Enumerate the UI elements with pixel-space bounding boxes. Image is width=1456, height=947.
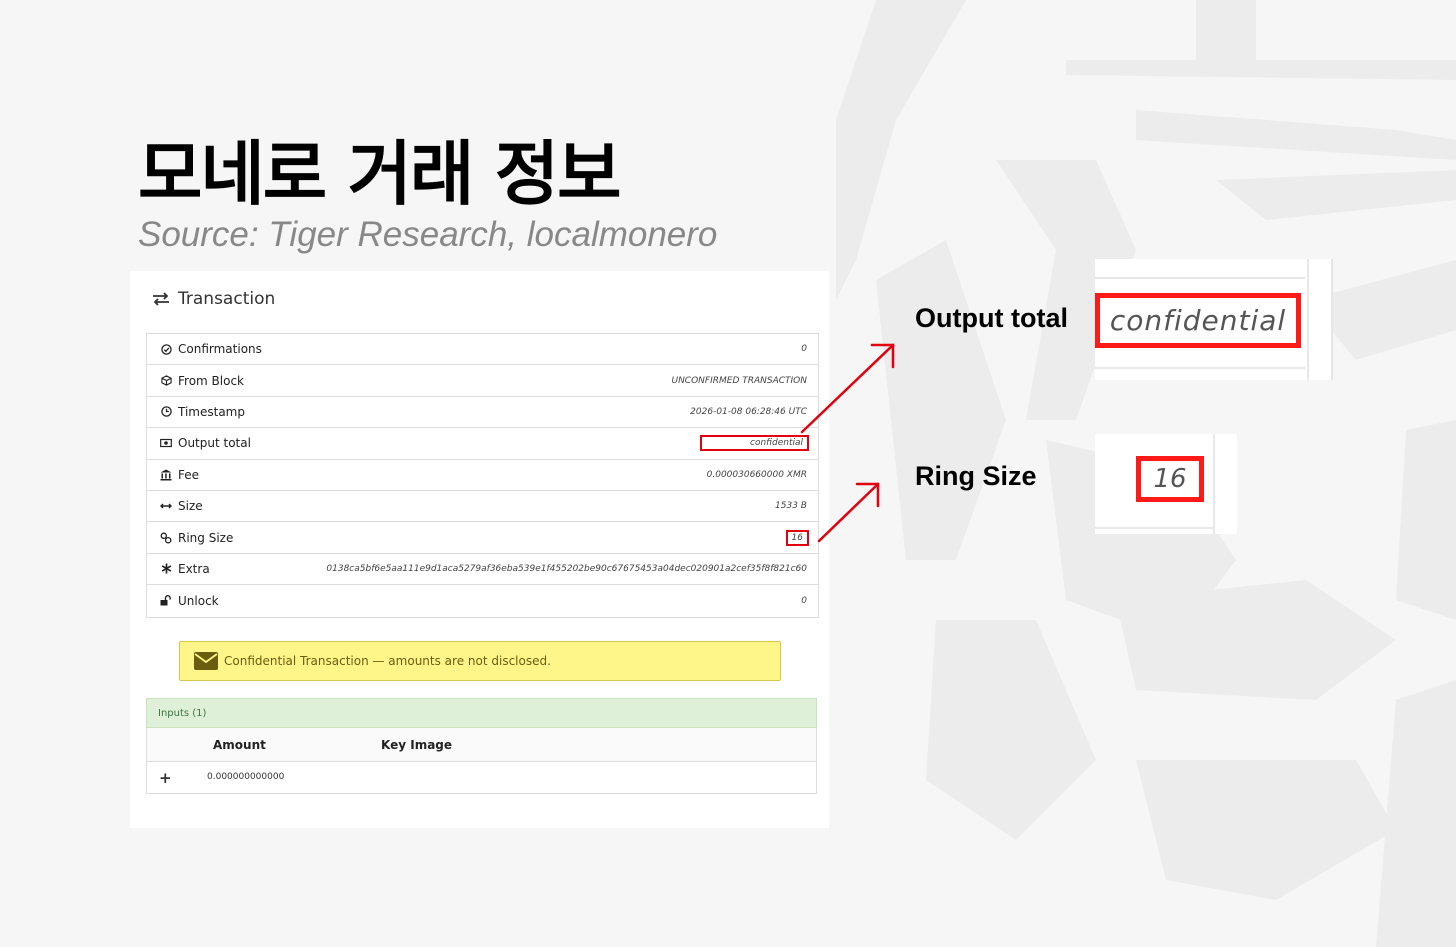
inputs-table-header: Amount Key Image (147, 728, 816, 762)
row-label: Output total (178, 436, 251, 451)
inputs-header-label: Inputs (1) (158, 707, 207, 719)
transaction-panel: Transaction Confirmations 0 From Block U… (130, 271, 829, 828)
row-value: UNCONFIRMED TRANSACTION (671, 375, 807, 386)
row-label: Extra (178, 561, 210, 576)
row-label: Timestamp (178, 404, 245, 419)
input-amount: 0.000000000000 (207, 772, 285, 782)
row-label: Size (178, 499, 203, 514)
confidential-notice: Confidential Transaction — amounts are n… (179, 641, 781, 681)
row-label: Confirmations (178, 342, 262, 357)
transaction-details-table: Confirmations 0 From Block UNCONFIRMED T… (146, 333, 819, 618)
row-value: 0.000030660000 XMR (706, 469, 807, 480)
clock-icon (160, 406, 172, 418)
notice-text: Confidential Transaction — amounts are n… (224, 654, 551, 668)
table-row: + 0.000000000000 (147, 762, 816, 794)
expand-row-button[interactable]: + (159, 769, 172, 787)
output-total-zoom-value: confidential (1109, 304, 1287, 337)
ring-size-value: 16 (785, 529, 810, 546)
column-header-key-image: Key Image (381, 738, 453, 752)
row-value: 2026-01-08 06:28:46 UTC (690, 406, 807, 417)
output-total-value: confidential (700, 435, 809, 452)
link-icon (160, 532, 172, 544)
output-total-zoom: confidential (1095, 259, 1333, 380)
exchange-arrows-icon (153, 292, 169, 306)
bank-icon (160, 469, 172, 481)
panel-header: Transaction (152, 289, 275, 309)
row-value: 0 (801, 595, 807, 606)
slide-subtitle: Source: Tiger Research, localmonero (138, 215, 718, 254)
money-icon (160, 437, 172, 449)
table-row: Output total confidential (147, 428, 818, 460)
row-value: 1533 B (775, 501, 807, 512)
ring-size-callout-label: Ring Size (915, 461, 1037, 491)
table-row: Extra 0138ca5bf6e5aa111e9d1aca5279af36eb… (147, 554, 818, 586)
ring-size-zoom-value: 16 (1153, 464, 1187, 494)
table-row: Size 1533 B (147, 491, 818, 523)
ring-size-zoom: 16 (1095, 434, 1237, 534)
table-row: Confirmations 0 (147, 334, 818, 366)
horizontal-arrows-icon (160, 500, 172, 512)
cube-icon (160, 375, 172, 387)
asterisk-icon (160, 563, 172, 575)
table-row: Timestamp 2026-01-08 06:28:46 UTC (147, 397, 818, 429)
table-row: From Block UNCONFIRMED TRANSACTION (147, 365, 818, 397)
output-total-callout-label: Output total (915, 303, 1068, 333)
envelope-icon (194, 652, 218, 670)
row-value: 0 (801, 344, 807, 355)
table-row: Ring Size 16 (147, 522, 818, 554)
row-label: Unlock (178, 593, 219, 608)
slide-title: 모네로 거래 정보 (138, 133, 622, 215)
panel-title: Transaction (178, 289, 276, 309)
table-row: Fee 0.000030660000 XMR (147, 460, 818, 491)
inputs-table: Amount Key Image + 0.000000000000 (146, 728, 817, 794)
row-label: From Block (178, 373, 244, 388)
column-header-amount: Amount (213, 738, 266, 752)
inputs-header[interactable]: Inputs (1) (146, 698, 817, 728)
check-circle-icon (160, 343, 172, 355)
row-label: Fee (178, 467, 200, 482)
table-row: Unlock 0 (147, 585, 818, 616)
unlock-icon (160, 595, 172, 607)
row-value: 0138ca5bf6e5aa111e9d1aca5279af36eba539e1… (326, 563, 807, 574)
row-label: Ring Size (178, 530, 234, 545)
